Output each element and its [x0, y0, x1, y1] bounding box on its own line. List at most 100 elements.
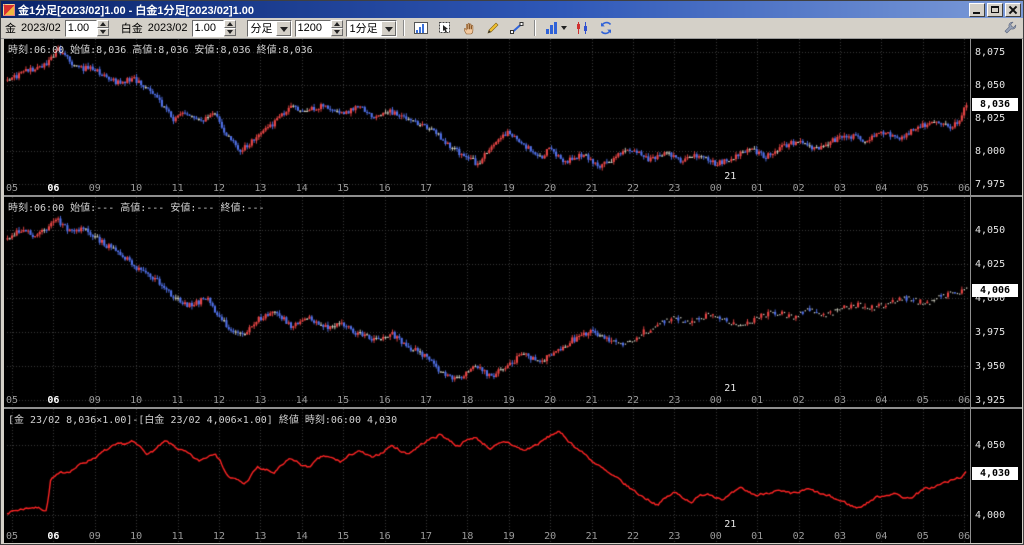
- x-axis-label: 15: [333, 183, 353, 194]
- platinum-info-text: 時刻:06:00 始値:--- 高値:--- 安値:--- 終値:---: [8, 199, 265, 214]
- x-axis-label: 04: [871, 531, 891, 542]
- x-axis-label: 10: [126, 183, 146, 194]
- x-axis-label: 17: [416, 183, 436, 194]
- spin-up-icon[interactable]: [224, 20, 236, 28]
- gold-y-tick: 8,025: [975, 113, 1005, 124]
- chevron-down-icon[interactable]: [381, 21, 396, 36]
- x-axis-label: 02: [789, 531, 809, 542]
- spin-down-icon[interactable]: [97, 28, 109, 36]
- x-axis-label: 00: [706, 183, 726, 194]
- x-axis-label: 04: [871, 395, 891, 406]
- x-axis-label: 19: [499, 531, 519, 542]
- gold-multiplier-field: [65, 20, 109, 37]
- gold-plot-canvas[interactable]: [4, 39, 1022, 195]
- platinum-last-price-badge: 4,006: [972, 284, 1018, 297]
- bar-type-dropdown[interactable]: 分足: [247, 20, 292, 37]
- date-change-label: 21: [724, 383, 736, 394]
- bar-count-input[interactable]: [295, 20, 331, 37]
- platinum-y-tick: 3,950: [975, 361, 1005, 372]
- platinum-multiplier-spinner[interactable]: [224, 20, 236, 36]
- chevron-down-icon[interactable]: [276, 21, 291, 36]
- spread-last-price-badge: 4,030: [972, 467, 1018, 480]
- spin-down-icon[interactable]: [224, 28, 236, 36]
- x-axis-label: 04: [871, 183, 891, 194]
- minimize-button[interactable]: [969, 3, 985, 17]
- settings-wrench-icon[interactable]: [999, 19, 1020, 38]
- candle-chart-icon[interactable]: [572, 19, 593, 38]
- pencil-draw-icon[interactable]: [483, 19, 504, 38]
- x-axis-label: 03: [830, 183, 850, 194]
- bar-chart-icon[interactable]: [542, 19, 569, 38]
- x-axis-label: 03: [830, 395, 850, 406]
- spread-y-tick: 4,050: [975, 440, 1005, 451]
- x-axis-label: 20: [540, 531, 560, 542]
- title-bar[interactable]: 金1分足[2023/02]1.00 - 白金1分足[2023/02]1.00: [1, 1, 1023, 18]
- x-axis-label: 11: [168, 531, 188, 542]
- x-axis-label: 06: [954, 183, 974, 194]
- bar-count-spinner[interactable]: [331, 20, 343, 36]
- x-axis-label: 18: [457, 395, 477, 406]
- x-axis-label: 10: [126, 395, 146, 406]
- x-axis-label: 17: [416, 531, 436, 542]
- x-axis-label: 06: [954, 531, 974, 542]
- x-axis-label: 19: [499, 183, 519, 194]
- x-axis-label: 09: [85, 183, 105, 194]
- platinum-y-tick: 3,925: [975, 395, 1005, 406]
- gold-y-tick: 7,975: [975, 179, 1005, 190]
- spread-info-text: [金 23/02 8,036×1.00]-[白金 23/02 4,006×1.0…: [8, 411, 397, 426]
- x-axis-label: 06: [43, 183, 63, 194]
- trendline-draw-icon[interactable]: [507, 19, 528, 38]
- date-change-label: 21: [724, 519, 736, 530]
- window-controls: [969, 3, 1021, 17]
- x-axis-label: 14: [292, 395, 312, 406]
- bar-type-value: 分足: [248, 20, 276, 36]
- chart-area: 時刻:06:00 始値:8,036 高値:8,036 安値:8,036 終値:8…: [4, 39, 1022, 543]
- x-axis-label: 05: [913, 183, 933, 194]
- x-axis-label: 02: [789, 395, 809, 406]
- gold-multiplier-input[interactable]: [65, 20, 97, 37]
- chart-window-icon[interactable]: [411, 19, 432, 38]
- toolbar-separator: [403, 20, 405, 36]
- x-axis-label: 13: [250, 531, 270, 542]
- x-axis-label: 11: [168, 183, 188, 194]
- x-axis-label: 23: [664, 395, 684, 406]
- x-axis-label: 02: [789, 183, 809, 194]
- x-axis-label: 22: [623, 531, 643, 542]
- x-axis-label: 10: [126, 531, 146, 542]
- interval-dropdown[interactable]: 1分足: [346, 20, 397, 37]
- x-axis-label: 01: [747, 183, 767, 194]
- platinum-multiplier-input[interactable]: [192, 20, 224, 37]
- maximize-button[interactable]: [987, 3, 1003, 17]
- x-axis-label: 18: [457, 183, 477, 194]
- gold-y-tick: 8,050: [975, 80, 1005, 91]
- x-axis-label: 05: [4, 395, 22, 406]
- gold-last-price-badge: 8,036: [972, 98, 1018, 111]
- spin-down-icon[interactable]: [331, 28, 343, 36]
- x-axis-label: 17: [416, 395, 436, 406]
- x-axis-label: 05: [4, 531, 22, 542]
- x-axis-label: 15: [333, 395, 353, 406]
- spin-up-icon[interactable]: [331, 20, 343, 28]
- gold-label: 金: [4, 20, 17, 36]
- x-axis-label: 00: [706, 531, 726, 542]
- x-axis-label: 12: [209, 395, 229, 406]
- x-axis-label: 12: [209, 531, 229, 542]
- platinum-y-tick: 4,050: [975, 225, 1005, 236]
- x-axis-label: 22: [623, 395, 643, 406]
- chevron-down-icon: [561, 26, 567, 30]
- close-button[interactable]: [1005, 3, 1021, 17]
- window-title: 金1分足[2023/02]1.00 - 白金1分足[2023/02]1.00: [18, 2, 966, 18]
- select-mode-icon[interactable]: [435, 19, 456, 38]
- spread-plot-canvas[interactable]: [4, 409, 1022, 543]
- platinum-plot-canvas[interactable]: [4, 197, 1022, 407]
- chart-window: 金1分足[2023/02]1.00 - 白金1分足[2023/02]1.00 金…: [0, 0, 1024, 545]
- gold-multiplier-spinner[interactable]: [97, 20, 109, 36]
- x-axis-label: 14: [292, 531, 312, 542]
- x-axis-label: 05: [913, 395, 933, 406]
- x-axis-label: 11: [168, 395, 188, 406]
- x-axis-label: 13: [250, 183, 270, 194]
- spin-up-icon[interactable]: [97, 20, 109, 28]
- x-axis-label: 12: [209, 183, 229, 194]
- refresh-icon[interactable]: [596, 19, 617, 38]
- hand-pan-icon[interactable]: [459, 19, 480, 38]
